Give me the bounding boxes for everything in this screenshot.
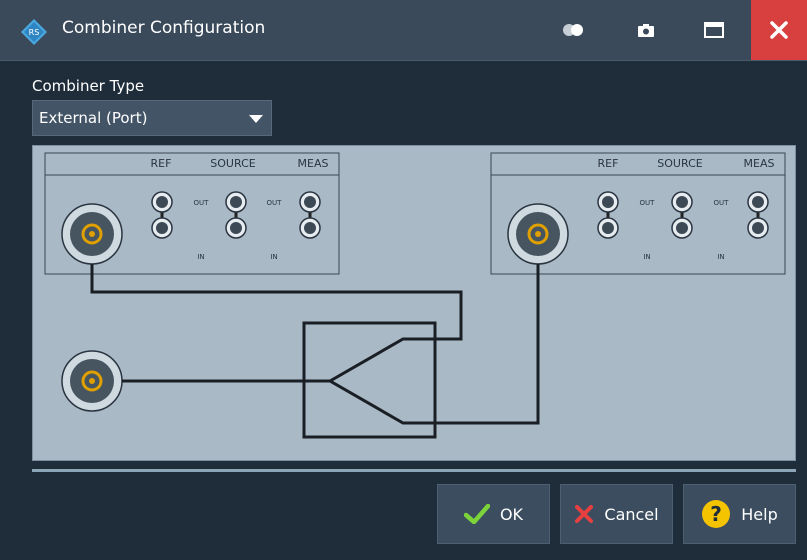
right-in-label-2: IN: [717, 253, 724, 261]
camera-icon: [638, 23, 654, 37]
combiner-type-label: Combiner Type: [32, 77, 145, 95]
combiner-input-connector: [61, 350, 123, 412]
left-in-label-2: IN: [270, 253, 277, 261]
svg-text:RS: RS: [29, 28, 40, 37]
ok-button[interactable]: OK: [437, 484, 550, 544]
window-title: Combiner Configuration: [62, 18, 266, 38]
right-out-label-1: OUT: [640, 199, 656, 207]
combiner-type-value: External (Port): [39, 109, 148, 127]
screenshot-button[interactable]: [618, 0, 674, 60]
ok-label: OK: [499, 504, 524, 524]
title-bar: RS Combiner Configuration: [0, 0, 807, 61]
toggle-icon: [563, 24, 583, 36]
svg-text:?: ?: [710, 502, 722, 526]
help-label: Help: [741, 504, 778, 524]
combiner-config-dialog: RS Combiner Configuration Combiner Type …: [0, 0, 807, 560]
combiner-block: [90, 264, 540, 439]
help-icon: ?: [702, 500, 731, 528]
diagram-canvas: REF SOURCE MEAS OUT OUT IN IN REF SOURCE…: [44, 152, 786, 439]
port-panel-left: REF SOURCE MEAS OUT OUT IN IN: [44, 152, 340, 275]
chevron-down-icon: [249, 115, 263, 123]
checkmark-icon: [463, 504, 490, 524]
rohde-schwarz-logo-icon: RS: [21, 19, 47, 45]
port-panel-right: REF SOURCE MEAS OUT OUT IN IN: [490, 152, 786, 275]
cancel-button[interactable]: Cancel: [560, 484, 673, 544]
right-out-label-2: OUT: [714, 199, 730, 207]
left-out-label-2: OUT: [267, 199, 283, 207]
close-icon: [770, 21, 788, 39]
close-button[interactable]: [751, 0, 807, 60]
left-ref-header: REF: [151, 157, 172, 170]
right-meas-header: MEAS: [744, 157, 775, 170]
x-mark-icon: [575, 505, 594, 523]
left-in-label-1: IN: [197, 253, 204, 261]
combiner-diagram: REF SOURCE MEAS OUT OUT IN IN REF SOURCE…: [32, 145, 796, 461]
maximize-icon: [704, 22, 724, 38]
right-in-label-1: IN: [643, 253, 650, 261]
maximize-button[interactable]: [686, 0, 742, 60]
cancel-label: Cancel: [604, 504, 659, 524]
left-source-header: SOURCE: [210, 157, 255, 170]
right-ref-header: REF: [598, 157, 619, 170]
help-button[interactable]: ? Help: [683, 484, 796, 544]
combiner-type-select[interactable]: External (Port): [32, 100, 272, 136]
left-out-label-1: OUT: [194, 199, 210, 207]
right-source-header: SOURCE: [657, 157, 702, 170]
left-meas-header: MEAS: [298, 157, 329, 170]
footer-separator: [32, 469, 796, 472]
toggle-button[interactable]: [545, 0, 601, 60]
